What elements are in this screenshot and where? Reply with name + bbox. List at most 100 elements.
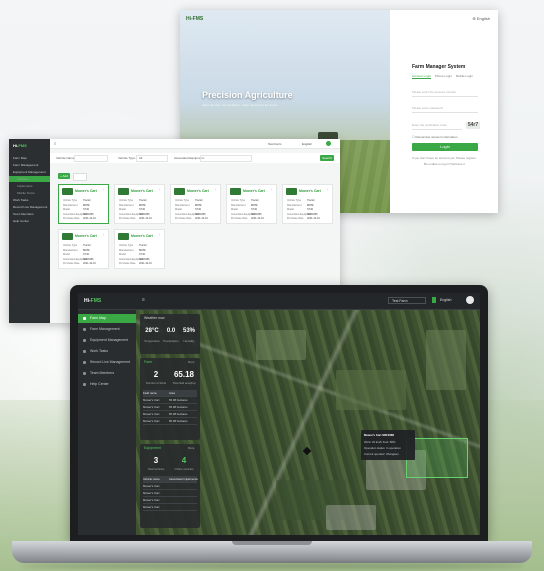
secondary-button[interactable] (73, 173, 87, 181)
remember-checkbox[interactable]: ☐ Remember account information (412, 135, 457, 139)
weather-title: Weather now (144, 316, 165, 320)
sidebar-item[interactable]: Vehicles (9, 176, 50, 182)
sidebar-item[interactable]: Work Tasks (78, 347, 136, 356)
popup-line: Current operator: Zhangsan (364, 452, 399, 456)
table-row[interactable]: Mower's Cart 65.98 hectares (143, 411, 197, 418)
sidebar-item[interactable]: Team Members (78, 369, 136, 378)
vehicle-card[interactable]: Mower's Cart ⋮ Vehicle Type Tractor Manufact… (58, 184, 109, 224)
card-row: Vehicle Type Tractor (175, 199, 219, 202)
sidebar-item[interactable]: Farm Management (78, 325, 136, 334)
vehicle-name: Mower's Cart (243, 189, 265, 193)
more-icon[interactable]: ⋮ (102, 232, 105, 236)
laptop-screen: Hi-FMS ≡ Test Farm English Farm Map Farm … (78, 293, 480, 535)
card-row-value: Tractor (83, 199, 91, 202)
avatar[interactable] (466, 296, 474, 304)
vehicle-card[interactable]: Mower's Cart ⋮ Vehicle Type Tractor Manufact… (58, 229, 109, 269)
sidebar-item[interactable]: Farm Map (9, 155, 50, 161)
language-select[interactable]: English (440, 298, 451, 302)
more-icon[interactable]: ⋮ (326, 187, 329, 191)
tab-mobile-login[interactable]: Mobile Login (456, 74, 473, 79)
satellite-map[interactable]: Weather now 28°C 0.0 53% Temperature Pre… (136, 310, 480, 535)
table-row[interactable]: Mower's Cart (143, 504, 197, 511)
vehicle-name-input[interactable] (74, 155, 108, 162)
table-row[interactable]: Mower's Cart 65.98 hectares (143, 418, 197, 425)
card-row-value: 2021-10-16 (195, 217, 208, 220)
vehicle-card[interactable]: Mower's Cart ⋮ Vehicle Type Tractor Manufact… (226, 184, 277, 224)
precipitation-value: 0.0 (166, 328, 176, 334)
field-area: 65.18 (173, 370, 195, 379)
vehicle-name: Mower's Cart (131, 234, 153, 238)
farm-select[interactable]: Test Farm (268, 142, 281, 146)
menu-toggle-icon[interactable]: ≡ (142, 297, 145, 303)
field-count: 2 (153, 370, 159, 379)
table-row[interactable]: Mower's Cart 65.98 hectares (143, 404, 197, 411)
equipment-more-link[interactable]: More (188, 446, 194, 450)
card-row: Associated Equipment SRF9486 (231, 213, 275, 216)
vehicle-marker-icon[interactable] (302, 446, 312, 456)
vehicle-type-select[interactable]: All (136, 155, 168, 162)
tractor-icon (62, 188, 73, 195)
tab-phone-login[interactable]: Phone Login (435, 74, 452, 79)
vehicle-card[interactable]: Mower's Cart ⋮ Vehicle Type Tractor Manufact… (114, 184, 165, 224)
remember-label: Remember account information (415, 135, 458, 139)
card-row-value: SRF9486 (251, 212, 262, 216)
sidebar-item[interactable]: Farm Management (9, 162, 50, 168)
search-button[interactable]: Search (320, 155, 334, 161)
table-row[interactable]: Mower's Cart (143, 483, 197, 490)
vehicle-card[interactable]: Mower's Cart ⋮ Vehicle Type Tractor Manufact… (282, 184, 333, 224)
sidebar-item[interactable]: Equipment Management (78, 336, 136, 345)
username-field[interactable]: Please enter the account number (412, 90, 478, 97)
register-link[interactable]: If you don't have an account yet, Please… (412, 156, 476, 160)
table-row[interactable]: Mower's Cart 65.98 hectares (143, 397, 197, 404)
header-vehicle-name: Vehicle name (143, 477, 160, 481)
more-icon[interactable]: ⋮ (102, 187, 105, 191)
more-icon[interactable]: ⋮ (158, 232, 161, 236)
hero-title: Precision Agriculture (202, 90, 293, 100)
sidebar-item[interactable]: Implements (9, 183, 50, 189)
card-row-label: Model (119, 253, 126, 256)
popup-line: Work: 20 km/h Fuel: 68% (364, 440, 396, 444)
card-row-label: Model (119, 208, 126, 211)
tractor-icon (286, 188, 297, 195)
password-field[interactable]: Please enter password (412, 106, 478, 113)
humidity-label: Humidity (183, 339, 195, 343)
vehicle-card[interactable]: Mower's Cart ⋮ Vehicle Type Tractor Manufact… (114, 229, 165, 269)
forgot-link[interactable]: Be unable to log in? Retrieve it (424, 162, 465, 166)
more-icon[interactable]: ⋮ (158, 187, 161, 191)
farm-more-link[interactable]: More (188, 360, 194, 364)
associated-equipment-input[interactable] (200, 155, 252, 162)
language-select[interactable]: English (302, 142, 312, 146)
table-row[interactable]: Mower's Cart (143, 490, 197, 497)
online-count-label: Online vehicles (174, 467, 194, 471)
equipment-panel: Equipment More 3 4 Total vehicles Online… (140, 444, 200, 528)
login-button[interactable]: Login (412, 143, 478, 151)
vehicle-card[interactable]: Mower's Cart ⋮ Vehicle Type Tractor Manufact… (170, 184, 221, 224)
avatar[interactable] (326, 141, 331, 146)
captcha-field[interactable]: Enter the verification code (412, 123, 462, 130)
login-title: Farm Manager System (412, 64, 466, 70)
sidebar-item[interactable]: Farm Map (78, 314, 136, 323)
captcha-image[interactable]: 54r7 (466, 122, 480, 129)
language-select[interactable]: ⊕ English (472, 16, 490, 21)
notification-icon[interactable] (432, 297, 436, 303)
menu-toggle-icon[interactable]: ≡ (54, 141, 56, 146)
sidebar-item[interactable]: Equipment Management (9, 169, 50, 175)
more-icon[interactable]: ⋮ (214, 187, 217, 191)
sidebar-item[interactable]: Help Center (78, 380, 136, 389)
row-value: 65.98 hectares (169, 398, 188, 402)
tab-account-login[interactable]: Account Login (412, 74, 432, 79)
add-button[interactable]: + Add (58, 173, 70, 179)
card-row-value: Tractor (195, 199, 203, 202)
farm-select[interactable]: Test Farm (388, 297, 426, 304)
equipment-logo: Hi-FMS (13, 143, 27, 148)
selected-field-outline[interactable] (406, 438, 468, 478)
sidebar-item[interactable]: Record Live Management (9, 204, 50, 210)
sidebar-item[interactable]: Work Tasks (9, 197, 50, 203)
filter-type-label: Vehicle Type: (118, 156, 136, 160)
sidebar-item[interactable]: Team Members (9, 211, 50, 217)
more-icon[interactable]: ⋮ (270, 187, 273, 191)
table-row[interactable]: Mower's Cart (143, 497, 197, 504)
sidebar-item[interactable]: Record Live Management (78, 358, 136, 367)
sidebar-item[interactable]: Mobile Terms (9, 190, 50, 196)
sidebar-item[interactable]: Help Center (9, 218, 50, 224)
